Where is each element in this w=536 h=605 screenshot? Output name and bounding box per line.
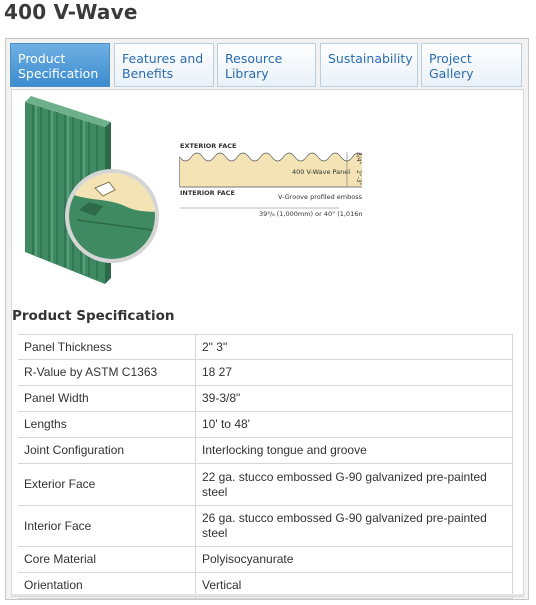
tab-features-and-benefits[interactable]: Features and Benefits: [114, 43, 214, 87]
top-dimension-label: 3/4": [355, 152, 362, 165]
tab-content: EXTERIOR FACE 400 V-Wave Panel INTERIOR …: [11, 89, 524, 599]
tab-label: Resource Library: [225, 51, 283, 81]
table-row: R-Value by ASTM C1363 18 27: [18, 359, 513, 386]
table-row: Panel Thickness 2" 3": [18, 334, 513, 360]
panel-diagram: EXTERIOR FACE 400 V-Wave Panel INTERIOR …: [25, 96, 362, 284]
spec-value: 2" 3": [195, 334, 513, 360]
coverage-label: 39³/₈ (1,000mm) or 40" (1,016mm) Coverag…: [259, 210, 362, 218]
thickness-dimension-label: 2"-3": [355, 170, 362, 186]
tab-label: Product Specification: [18, 51, 99, 81]
spec-label: Core Material: [18, 546, 196, 573]
spec-value: 18 27: [195, 359, 513, 386]
table-row: Exterior Face 22 ga. stucco embossed G-9…: [18, 463, 513, 506]
table-row: Interior Face 26 ga. stucco embossed G-9…: [18, 505, 513, 547]
spec-value: 26 ga. stucco embossed G-90 galvanized p…: [195, 505, 513, 547]
product-frame: Product Specification Features and Benef…: [5, 38, 529, 600]
panel-name-label: 400 V-Wave Panel: [292, 168, 350, 176]
tab-bar: Product Specification Features and Benef…: [7, 43, 529, 87]
page-title: 400 V-Wave: [4, 0, 138, 24]
tab-label: Sustainability: [328, 51, 413, 66]
table-row: Lengths 10' to 48': [18, 411, 513, 438]
tab-resource-library[interactable]: Resource Library: [217, 43, 316, 87]
spec-label: R-Value by ASTM C1363: [18, 359, 196, 386]
spec-label: Exterior Face: [18, 463, 196, 506]
spec-value: 22 ga. stucco embossed G-90 galvanized p…: [195, 463, 513, 506]
spec-label: Panel Thickness: [18, 334, 196, 360]
spec-value: Interlocking tongue and groove: [195, 437, 513, 464]
spec-label: Joint Configuration: [18, 437, 196, 464]
tab-label: Features and Benefits: [122, 51, 204, 81]
tab-product-specification[interactable]: Product Specification: [10, 43, 110, 87]
tab-sustainability[interactable]: Sustainability: [320, 43, 418, 87]
spec-value: 39-3/8": [195, 385, 513, 412]
spec-value: Polyisocyanurate: [195, 546, 513, 573]
spec-heading: Product Specification: [12, 308, 175, 324]
interior-face-label: INTERIOR FACE: [180, 189, 235, 197]
spec-label: Interior Face: [18, 505, 196, 547]
content-bottom-shadow: [12, 594, 523, 596]
v-groove-label: V-Groove profiled embossed: [278, 193, 362, 201]
spec-label: Lengths: [18, 411, 196, 438]
exterior-face-label: EXTERIOR FACE: [180, 142, 236, 150]
spec-label: Panel Width: [18, 385, 196, 412]
spec-table: Panel Thickness 2" 3" R-Value by ASTM C1…: [18, 334, 513, 599]
table-row: Panel Width 39-3/8": [18, 385, 513, 412]
tab-label: Project Gallery: [429, 51, 474, 81]
spec-value: 10' to 48': [195, 411, 513, 438]
table-row: Core Material Polyisocyanurate: [18, 546, 513, 573]
tab-project-gallery[interactable]: Project Gallery: [421, 43, 522, 87]
panel-profile-drawing: EXTERIOR FACE 400 V-Wave Panel INTERIOR …: [179, 142, 362, 218]
table-row: Joint Configuration Interlocking tongue …: [18, 437, 513, 464]
